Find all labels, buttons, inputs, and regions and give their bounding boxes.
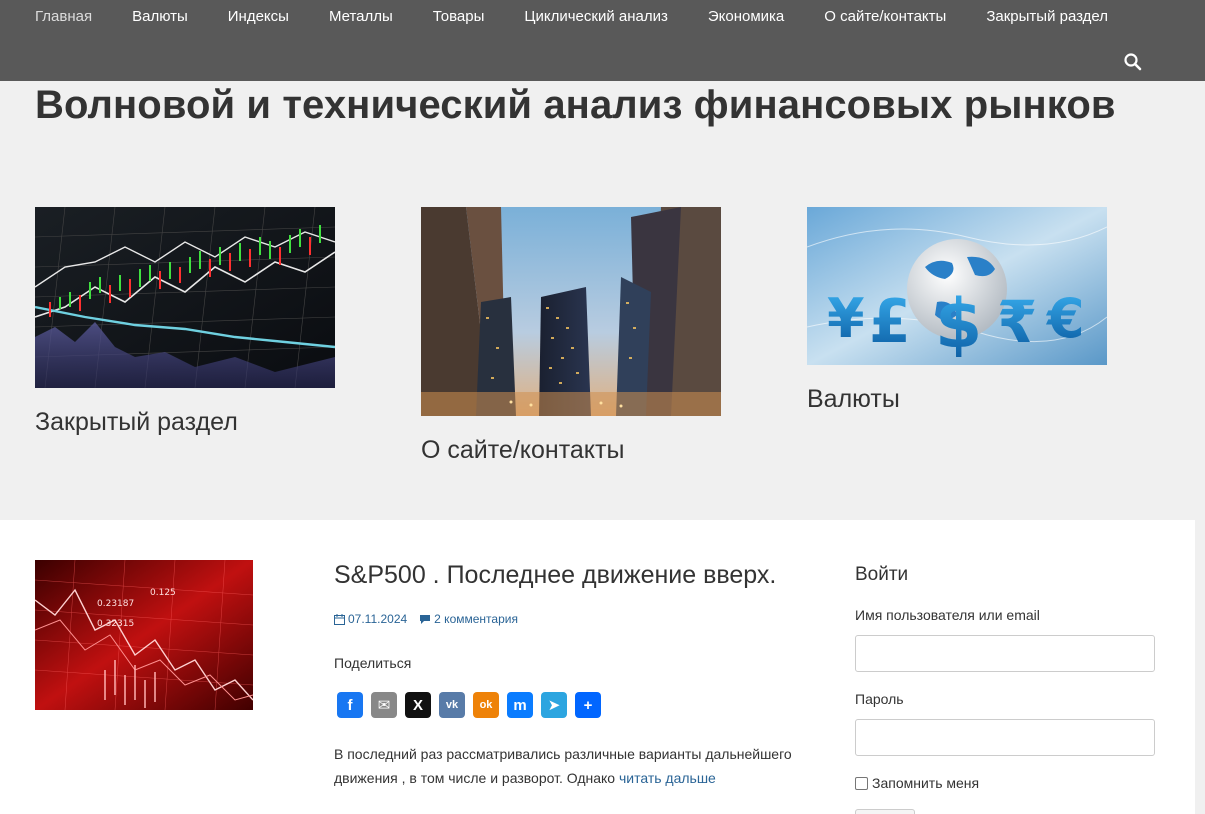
nav-item-indices[interactable]: Индексы: [228, 8, 289, 26]
featured-item-currencies: ¥ £ $ ₹ € Валюты: [807, 207, 1107, 414]
post-title[interactable]: S&P500 . Последнее движение вверх.: [334, 561, 776, 590]
svg-text:$: $: [935, 285, 982, 364]
read-more-link[interactable]: читать дальше: [619, 770, 716, 786]
remember-me-checkbox[interactable]: [855, 776, 868, 790]
login-button[interactable]: [855, 809, 915, 814]
search-icon[interactable]: [1123, 52, 1143, 72]
telegram-icon[interactable]: ➤: [541, 692, 567, 718]
nav-item-about[interactable]: О сайте/контакты: [824, 8, 946, 26]
svg-text:₹: ₹: [997, 288, 1037, 356]
password-label: Пароль: [855, 691, 904, 707]
currency-globe-image[interactable]: ¥ £ $ ₹ €: [807, 207, 1107, 365]
svg-text:€: €: [1045, 287, 1085, 350]
login-title: Войти: [855, 564, 909, 585]
post-date: 07.11.2024: [348, 612, 408, 626]
share-plus-icon[interactable]: +: [575, 692, 601, 718]
nav-item-currencies[interactable]: Валюты: [132, 8, 188, 26]
odnoklassniki-icon[interactable]: ok: [473, 692, 499, 718]
svg-text:¥: ¥: [827, 287, 865, 350]
post-thumbnail-image[interactable]: 0.23187 0.32315 0.125: [35, 560, 253, 710]
comment-icon: [420, 614, 431, 624]
post-excerpt-text: В последний раз рассматривались различны…: [334, 746, 792, 786]
featured-link-closed-section[interactable]: Закрытый раздел: [35, 408, 335, 437]
username-label: Имя пользователя или email: [855, 607, 1040, 623]
post-date-link[interactable]: 07.11.2024: [334, 612, 407, 626]
username-input[interactable]: [855, 635, 1155, 672]
remember-me[interactable]: Запомнить меня: [855, 775, 979, 791]
svg-text:0.32315: 0.32315: [97, 619, 134, 629]
top-navigation: Главная Валюты Индексы Металлы Товары Ци…: [0, 0, 1205, 81]
nav-item-closed-section[interactable]: Закрытый раздел: [986, 8, 1108, 26]
post-meta: 07.11.2024 2 комментария: [334, 612, 530, 626]
post-excerpt: В последний раз рассматривались различны…: [334, 742, 804, 790]
svg-text:0.23187: 0.23187: [97, 599, 134, 609]
main-menu: Главная Валюты Индексы Металлы Товары Ци…: [35, 8, 1148, 26]
post-comments-link[interactable]: 2 комментария: [419, 612, 518, 626]
nav-item-home[interactable]: Главная: [35, 8, 92, 26]
site-title: Волновой и технический анализ финансовых…: [35, 83, 1116, 127]
featured-section: Закрытый раздел О сайте/контакты ¥ £ $ ₹…: [0, 167, 1195, 520]
featured-link-about[interactable]: О сайте/контакты: [421, 436, 721, 465]
stock-chart-image[interactable]: [35, 207, 335, 388]
svg-text:£: £: [869, 287, 911, 357]
nav-item-cyclic-analysis[interactable]: Циклический анализ: [524, 8, 667, 26]
email-icon[interactable]: ✉: [371, 692, 397, 718]
post-comments-count: 2 комментария: [434, 612, 518, 626]
messenger-icon[interactable]: m: [507, 692, 533, 718]
remember-me-label: Запомнить меня: [872, 775, 980, 791]
featured-item-closed-section: Закрытый раздел: [35, 207, 335, 437]
x-icon[interactable]: X: [405, 692, 431, 718]
main-content: 0.23187 0.32315 0.125 S&P500 . Последнее…: [0, 520, 1195, 814]
featured-item-about: О сайте/контакты: [421, 207, 721, 465]
password-input[interactable]: [855, 719, 1155, 756]
nav-item-economy[interactable]: Экономика: [708, 8, 784, 26]
share-label: Поделиться: [334, 655, 412, 671]
vk-icon[interactable]: vk: [439, 692, 465, 718]
nav-item-metals[interactable]: Металлы: [329, 8, 393, 26]
skyscrapers-image[interactable]: [421, 207, 721, 416]
facebook-icon[interactable]: f: [337, 692, 363, 718]
featured-link-currencies[interactable]: Валюты: [807, 385, 1107, 414]
share-buttons: f ✉ Xvk ok m ➤ +: [337, 692, 601, 718]
nav-item-commodities[interactable]: Товары: [433, 8, 485, 26]
calendar-icon: [334, 613, 345, 625]
svg-text:0.125: 0.125: [150, 588, 176, 598]
